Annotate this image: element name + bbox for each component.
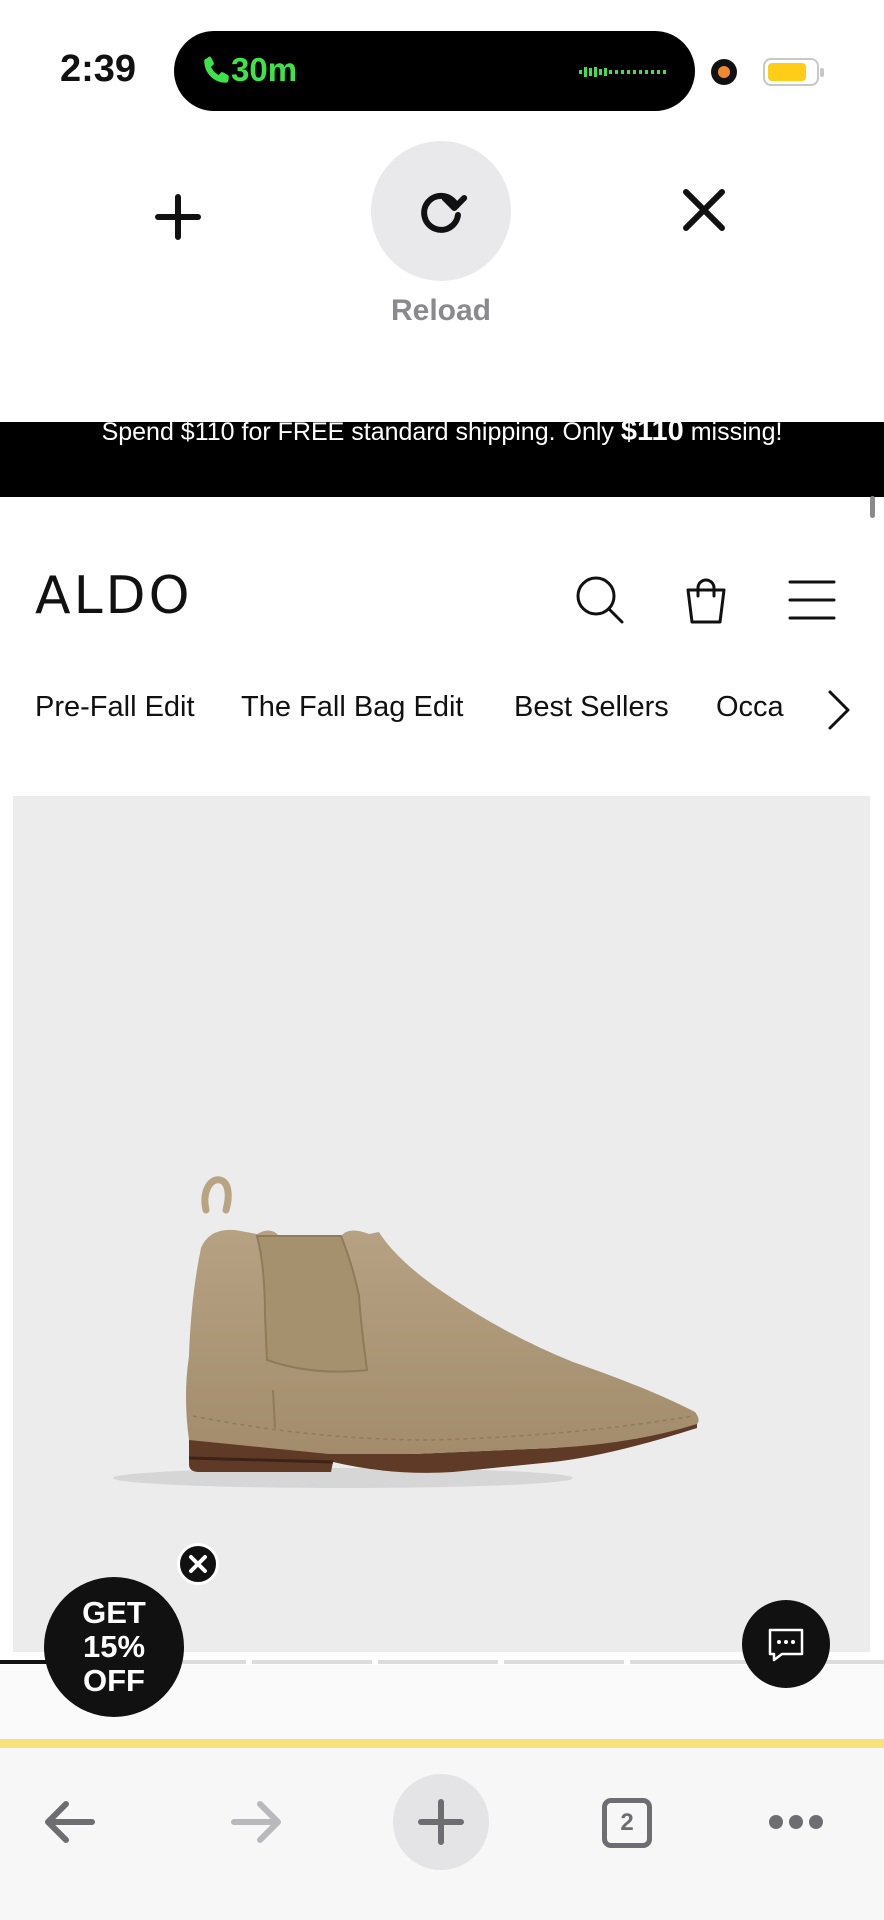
discount-close-button[interactable] [177, 1543, 219, 1585]
browser-toolbar: 2 [0, 1748, 884, 1920]
new-tab-button[interactable] [393, 1774, 489, 1870]
nav-item-pre-fall-edit[interactable]: Pre-Fall Edit [35, 691, 195, 724]
menu-icon[interactable] [786, 574, 838, 626]
plus-icon[interactable] [150, 189, 206, 245]
dynamic-island-call[interactable]: 30m [174, 31, 695, 111]
call-duration: 30m [231, 51, 298, 88]
pull-to-refresh-menu: Reload [0, 120, 884, 422]
close-icon [189, 1555, 207, 1573]
nav-item-best-sellers[interactable]: Best Sellers [514, 691, 669, 724]
site-header: ALDO [0, 560, 884, 644]
product-image[interactable] [13, 796, 870, 1652]
battery-icon [763, 58, 824, 86]
search-icon[interactable] [574, 574, 626, 626]
reload-button[interactable] [371, 141, 511, 281]
back-arrow-icon[interactable] [22, 1774, 118, 1870]
chelsea-boot-image [113, 1176, 699, 1488]
gallery-segment[interactable] [378, 1660, 498, 1664]
phone-icon [204, 56, 229, 83]
nav-item-occasion[interactable]: Occa [716, 691, 784, 724]
chat-button[interactable] [742, 1600, 830, 1688]
new-tab-icon [418, 1799, 464, 1845]
nav-scroll-button[interactable] [820, 686, 860, 734]
reload-icon [421, 192, 468, 233]
gallery-segment[interactable] [630, 1660, 750, 1664]
chat-icon [768, 1628, 804, 1662]
promo-banner[interactable]: Spend $110 for FREE standard shipping. O… [0, 422, 884, 497]
reload-label: Reload [390, 294, 492, 327]
scrollbar[interactable] [870, 496, 875, 518]
promo-text: Spend $110 for FREE standard shipping. O… [101, 422, 783, 447]
page-load-indicator [0, 1739, 884, 1748]
close-icon[interactable] [682, 188, 726, 232]
category-nav: Pre-Fall Edit The Fall Bag Edit Best Sel… [0, 683, 884, 737]
recording-indicator [711, 59, 737, 85]
forward-arrow-icon[interactable] [208, 1774, 304, 1870]
shopping-bag-icon[interactable] [680, 574, 732, 626]
audio-waveform-icon [579, 67, 666, 77]
status-bar: 2:39 30m [0, 0, 884, 120]
discount-badge[interactable]: GET 15% OFF [44, 1577, 184, 1717]
gallery-segment[interactable] [252, 1660, 372, 1664]
nav-item-fall-bag-edit[interactable]: The Fall Bag Edit [241, 691, 463, 724]
more-icon[interactable] [748, 1774, 844, 1870]
gallery-segment[interactable] [504, 1660, 624, 1664]
tabs-button[interactable]: 2 [578, 1774, 674, 1870]
tab-count: 2 [602, 1798, 652, 1848]
chevron-right-icon [828, 690, 850, 730]
aldo-logo[interactable]: ALDO [35, 566, 193, 626]
status-time: 2:39 [60, 48, 137, 90]
